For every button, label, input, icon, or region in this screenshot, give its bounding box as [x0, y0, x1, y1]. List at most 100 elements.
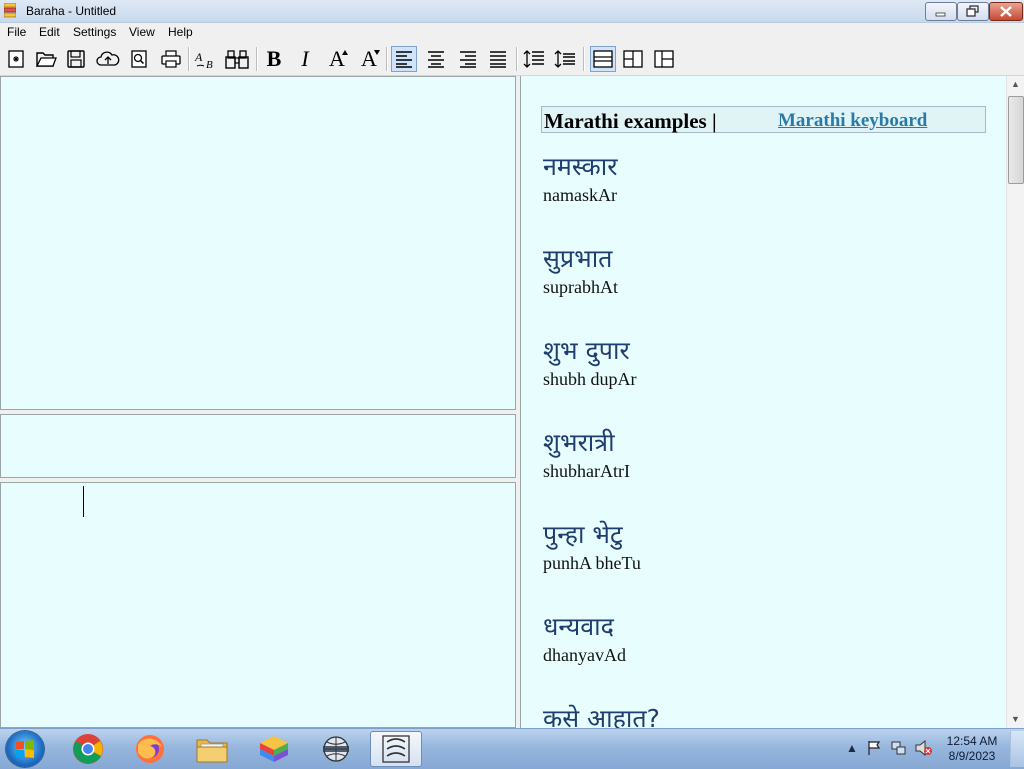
example-item: पुन्हा भेटु punhA bheTu	[543, 520, 641, 574]
align-right-icon	[460, 51, 476, 68]
folder-icon	[196, 739, 228, 763]
example-roman-text: shubh dupAr	[543, 369, 637, 389]
menu-edit[interactable]: Edit	[39, 25, 60, 39]
align-center-icon	[428, 51, 444, 68]
align-left-button[interactable]	[391, 46, 417, 72]
example-item: कसे आहात?	[543, 704, 660, 728]
open-button[interactable]	[33, 46, 59, 72]
taskbar-file-explorer[interactable]	[186, 731, 238, 767]
minimize-button[interactable]	[925, 2, 957, 21]
example-roman-text: namaskAr	[543, 185, 617, 205]
output-editor[interactable]	[0, 482, 516, 728]
close-icon	[1000, 6, 1012, 17]
upload-button[interactable]	[95, 46, 121, 72]
suggestion-pane[interactable]	[0, 414, 516, 478]
action-center-flag-icon[interactable]	[867, 740, 881, 756]
examples-scrollbar[interactable]: ▲ ▼	[1006, 76, 1024, 728]
justify-icon	[490, 51, 506, 68]
binoculars-icon	[225, 50, 249, 69]
spell-check-button[interactable]: AB	[193, 46, 219, 72]
start-button[interactable]	[6, 731, 44, 767]
print-button[interactable]	[158, 46, 184, 72]
taskbar-bluestacks[interactable]	[248, 731, 300, 767]
menu-help[interactable]: Help	[168, 25, 193, 39]
menu-view[interactable]: View	[129, 25, 155, 39]
increase-font-button[interactable]: A	[324, 46, 350, 72]
minimize-icon	[935, 12, 946, 17]
italic-icon: I	[301, 46, 309, 71]
toolbar-separator	[583, 47, 585, 71]
toolbar-separator	[256, 47, 258, 71]
increase-arrow-icon	[342, 50, 348, 55]
toolbar: AB B I A A	[0, 42, 1024, 76]
clock[interactable]: 12:54 AM 8/9/2023	[944, 734, 1000, 764]
layout-columns-icon	[654, 50, 674, 68]
example-native-text: शुभरात्री	[543, 428, 615, 457]
layout-split-button[interactable]	[620, 46, 646, 72]
layout-columns-button[interactable]	[651, 46, 677, 72]
keyboard-link[interactable]: Marathi keyboard	[778, 110, 927, 132]
example-native-text: कसे आहात?	[543, 704, 660, 728]
bold-icon: B	[266, 46, 282, 71]
taskbar-app[interactable]	[310, 731, 362, 767]
menu-file[interactable]: File	[7, 25, 26, 39]
align-right-button[interactable]	[455, 46, 481, 72]
example-roman-text: suprabhAt	[543, 277, 618, 297]
globe-app-icon	[323, 736, 349, 762]
open-folder-icon	[35, 52, 57, 67]
bold-button[interactable]: B	[261, 46, 287, 72]
taskbar: ▲ 12:54 AM 8/9/2023	[0, 728, 1024, 769]
example-native-text: सुप्रभात	[543, 244, 613, 273]
volume-muted-icon[interactable]	[915, 740, 933, 756]
taskbar-chrome[interactable]	[62, 731, 114, 767]
new-document-button[interactable]	[3, 46, 29, 72]
cloud-upload-icon	[96, 51, 120, 66]
italic-button[interactable]: I	[292, 46, 318, 72]
example-native-text: धन्यवाद	[543, 612, 614, 641]
menu-settings[interactable]: Settings	[73, 25, 116, 39]
example-item: शुभरात्री shubharAtrI	[543, 428, 630, 482]
scroll-thumb[interactable]	[1008, 96, 1024, 184]
examples-header: Marathi examples | Marathi keyboard	[541, 106, 986, 133]
baraha-app-icon	[4, 3, 16, 18]
baraha-icon	[382, 735, 410, 763]
increase-line-spacing-button[interactable]	[521, 46, 547, 72]
show-desktop-button[interactable]	[1010, 731, 1024, 767]
text-cursor	[83, 486, 84, 517]
layout-split-icon	[623, 50, 643, 68]
window-title: Baraha - Untitled	[26, 4, 117, 18]
layout-stacked-button[interactable]	[590, 46, 616, 72]
layout-stacked-icon	[593, 50, 613, 68]
print-preview-button[interactable]	[126, 46, 152, 72]
show-hidden-icons-icon[interactable]: ▲	[846, 741, 858, 755]
taskbar-baraha[interactable]	[370, 731, 422, 767]
spell-check-icon: AB	[194, 50, 213, 70]
find-button[interactable]	[224, 46, 250, 72]
clock-date: 8/9/2023	[948, 749, 996, 763]
examples-title: Marathi examples |	[544, 109, 717, 133]
menu-bar: File Edit Settings View Help	[0, 23, 1024, 42]
svg-text:A: A	[194, 50, 203, 64]
decrease-line-spacing-button[interactable]	[552, 46, 578, 72]
example-roman-text: punhA bheTu	[543, 553, 641, 573]
scroll-up-arrow-icon[interactable]: ▲	[1007, 76, 1024, 93]
decrease-arrow-icon	[374, 50, 380, 55]
restore-button[interactable]	[957, 2, 989, 21]
line-spacing-increase-icon	[523, 50, 544, 68]
clock-time: 12:54 AM	[946, 734, 998, 748]
firefox-icon	[136, 735, 164, 763]
decrease-font-button[interactable]: A	[356, 46, 382, 72]
example-native-text: नमस्कार	[543, 152, 618, 181]
align-center-button[interactable]	[423, 46, 449, 72]
close-button[interactable]	[989, 2, 1023, 21]
save-button[interactable]	[63, 46, 89, 72]
toolbar-separator	[188, 47, 190, 71]
taskbar-firefox[interactable]	[124, 731, 176, 767]
network-icon[interactable]	[891, 740, 907, 756]
examples-panel: Marathi examples | Marathi keyboard नमस्…	[520, 76, 1024, 728]
justify-button[interactable]	[485, 46, 511, 72]
svg-text:B: B	[206, 59, 213, 70]
scroll-down-arrow-icon[interactable]: ▼	[1007, 711, 1024, 728]
example-native-text: शुभ दुपार	[543, 336, 630, 365]
input-editor[interactable]	[0, 76, 516, 410]
